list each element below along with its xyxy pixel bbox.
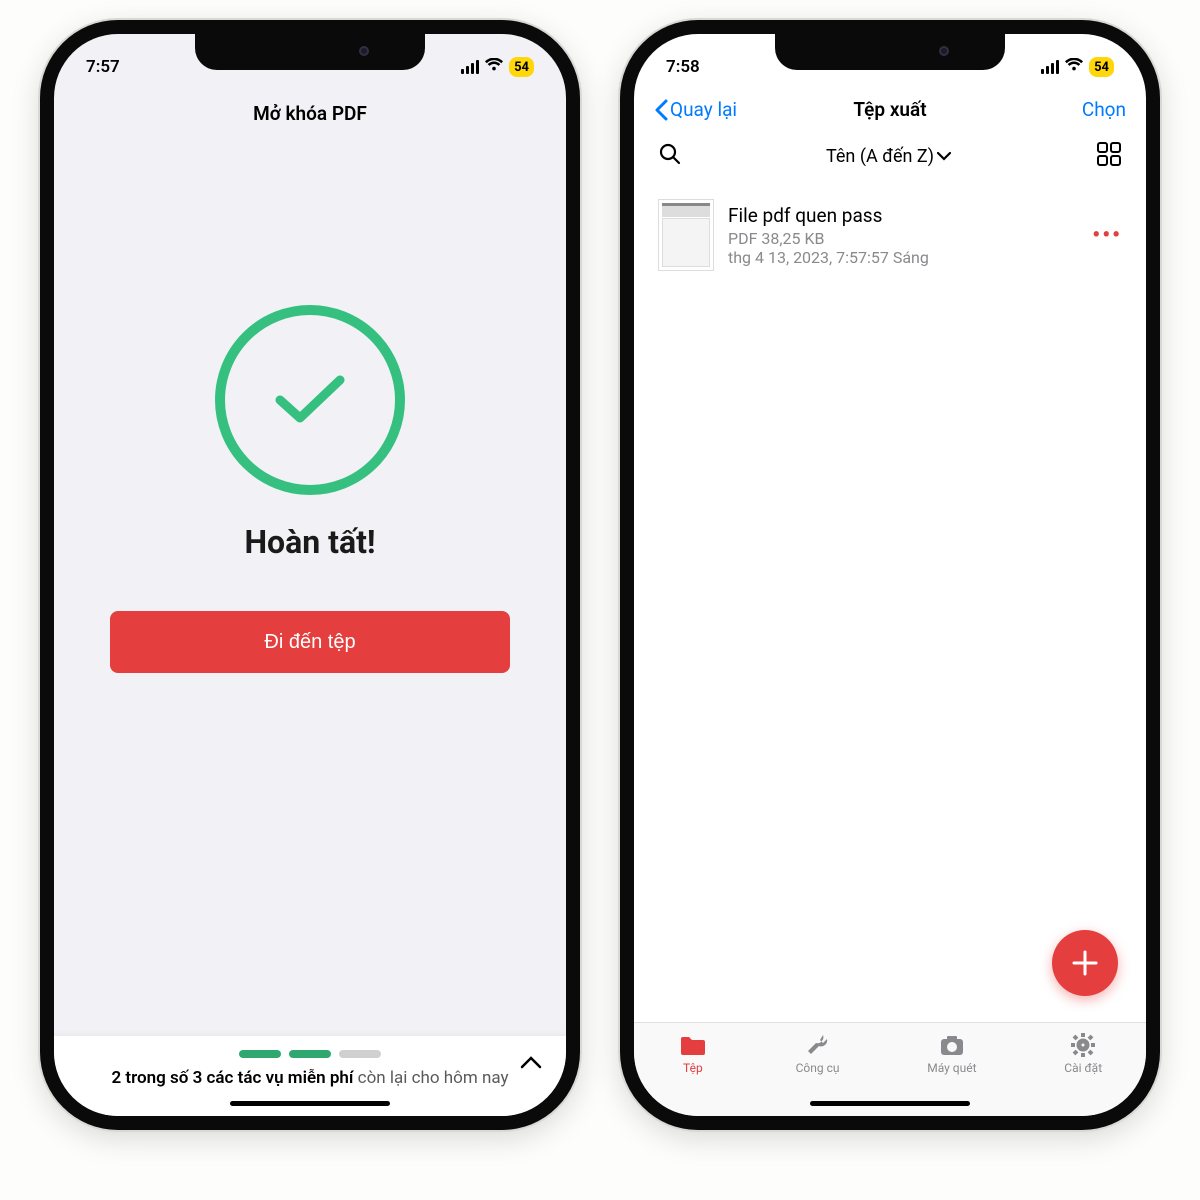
chevron-down-icon — [936, 151, 952, 161]
back-button[interactable]: Quay lại — [654, 98, 737, 121]
quota-pills — [74, 1050, 546, 1058]
chevron-up-icon[interactable] — [520, 1054, 542, 1073]
page-title: Mở khóa PDF — [54, 88, 566, 135]
tab-files[interactable]: Tệp — [678, 1031, 708, 1116]
success-content: Hoàn tất! Đi đến tệp — [54, 135, 566, 1116]
home-indicator[interactable] — [810, 1101, 970, 1106]
add-fab-button[interactable] — [1052, 930, 1118, 996]
file-date: thg 4 13, 2023, 7:57:57 Sáng — [728, 248, 1078, 267]
phone-left: 7:57 54 Mở khóa PDF Hoàn tất! Đi đến tệp — [40, 20, 580, 1130]
camera-icon — [937, 1031, 967, 1059]
more-options-icon[interactable]: ••• — [1092, 223, 1122, 248]
screen-unlock-success: 7:57 54 Mở khóa PDF Hoàn tất! Đi đến tệp — [54, 34, 566, 1116]
wifi-icon — [1065, 57, 1083, 77]
signal-icon — [1041, 60, 1059, 74]
tab-settings[interactable]: Cài đặt — [1064, 1031, 1102, 1116]
grid-view-icon[interactable] — [1096, 141, 1122, 171]
home-indicator[interactable] — [230, 1101, 390, 1106]
notch — [775, 34, 1005, 70]
screen-export-files: 7:58 54 Quay lại Tệp xuất Chọn Tên (A — [634, 34, 1146, 1116]
phone-right: 7:58 54 Quay lại Tệp xuất Chọn Tên (A — [620, 20, 1160, 1130]
wifi-icon — [485, 57, 503, 77]
pdf-thumbnail-icon — [658, 199, 714, 271]
search-icon[interactable] — [658, 142, 682, 170]
plus-icon — [1070, 948, 1100, 978]
folder-icon — [678, 1031, 708, 1059]
quota-text: 2 trong số 3 các tác vụ miễn phí còn lại… — [74, 1068, 546, 1088]
battery-indicator: 54 — [509, 57, 534, 77]
page-title: Tệp xuất — [853, 98, 926, 121]
toolbar: Tên (A đến Z) — [634, 127, 1146, 183]
file-info: File pdf quen pass PDF 38,25 KB thg 4 13… — [728, 204, 1078, 267]
gear-icon — [1068, 1031, 1098, 1059]
battery-indicator: 54 — [1089, 57, 1114, 77]
success-check-icon — [215, 305, 405, 495]
file-size: PDF 38,25 KB — [728, 229, 1078, 248]
select-button[interactable]: Chọn — [1082, 98, 1126, 121]
sort-button[interactable]: Tên (A đến Z) — [826, 146, 952, 167]
status-time: 7:57 — [86, 57, 120, 77]
file-name: File pdf quen pass — [728, 204, 1078, 227]
navbar: Quay lại Tệp xuất Chọn — [634, 88, 1146, 127]
done-label: Hoàn tất! — [244, 523, 375, 561]
notch — [195, 34, 425, 70]
signal-icon — [461, 60, 479, 74]
status-time: 7:58 — [666, 57, 700, 77]
go-to-file-button[interactable]: Đi đến tệp — [110, 611, 510, 673]
wrench-icon — [803, 1031, 833, 1059]
file-row[interactable]: File pdf quen pass PDF 38,25 KB thg 4 13… — [642, 185, 1138, 285]
